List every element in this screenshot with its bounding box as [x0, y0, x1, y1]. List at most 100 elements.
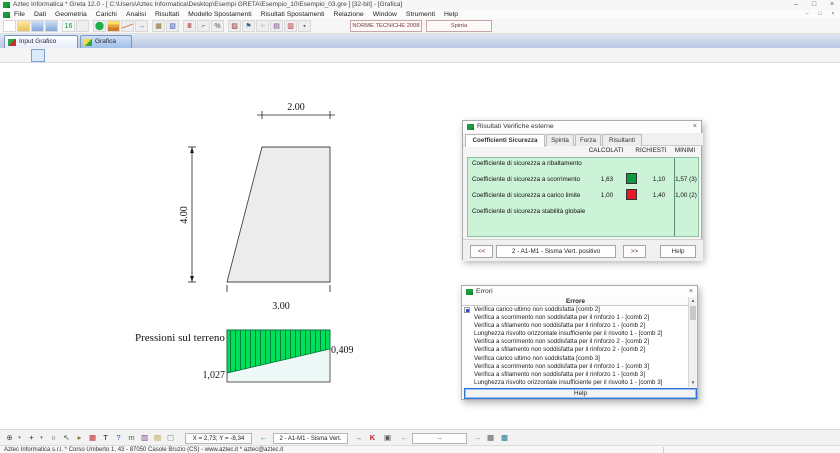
tab-grafica[interactable]: Grafica	[80, 35, 132, 48]
page-icon[interactable]: ▢	[164, 432, 177, 444]
minimize-button[interactable]: –	[788, 0, 804, 10]
pan-icon[interactable]: +	[25, 432, 38, 444]
view-report-icon[interactable]	[88, 50, 100, 61]
units-icon[interactable]: 16	[62, 20, 75, 32]
tab-input-grafico[interactable]: Input Grafico	[4, 35, 78, 48]
menu-file[interactable]: File	[14, 10, 25, 19]
error-row[interactable]: Lunghezza risvolto orizzontale insuffici…	[462, 330, 689, 338]
menu-window[interactable]: Window	[373, 10, 397, 19]
combination-display[interactable]: 2 - A1-M1 - Sisma Vert. positivo	[496, 245, 616, 258]
zoom-dropdown-icon[interactable]: ▾	[16, 432, 23, 444]
menu-risultati-spostamenti[interactable]: Risultati Spostamenti	[261, 10, 325, 19]
close-button[interactable]: ×	[824, 0, 840, 10]
errors-list[interactable]: Verifica carico ultimo non soddisfatta […	[462, 306, 689, 387]
zoom-icon[interactable]: ⊕	[3, 432, 16, 444]
view-thrust-icon[interactable]	[46, 50, 58, 61]
view-pressure-icon[interactable]	[32, 50, 44, 61]
report-icon[interactable]: ▥	[284, 20, 297, 32]
verify-external-icon[interactable]: ▨	[228, 20, 241, 32]
error-row[interactable]: Verifica carico ultimo non soddisfatta […	[462, 306, 689, 314]
error-row[interactable]: Verifica a sfilamento non soddisfatta pe…	[462, 346, 689, 354]
error-row[interactable]: Verifica a scorrimento non soddisfatta p…	[462, 314, 689, 322]
archive-icon[interactable]	[76, 20, 89, 32]
error-row[interactable]: Verifica a scorrimento non soddisfatta p…	[462, 363, 689, 371]
menu-relazione[interactable]: Relazione	[333, 10, 363, 19]
profile-icon[interactable]	[121, 20, 134, 32]
menu-strumenti[interactable]: Strumenti	[406, 10, 435, 19]
book-icon[interactable]: ▥	[138, 432, 151, 444]
pan-dropdown-icon[interactable]: ▾	[38, 432, 45, 444]
carico-status-red	[626, 189, 637, 200]
results-dialog-titlebar[interactable]: Risultati Verifiche esterne ×	[463, 121, 701, 133]
next-combination-icon[interactable]: →	[352, 432, 365, 444]
help-tool-icon[interactable]: ?	[112, 432, 125, 444]
chart-icon[interactable]: K	[366, 432, 379, 444]
analysis-icon[interactable]: ▦	[152, 20, 165, 32]
push-arrow-icon[interactable]: →	[135, 20, 148, 32]
page-next-icon[interactable]: →	[471, 432, 484, 444]
menu-help[interactable]: Help	[444, 10, 458, 19]
pointer-tool-icon[interactable]: ↖	[60, 432, 73, 444]
tab-spinta[interactable]: Spinta	[546, 134, 574, 146]
tab-forza[interactable]: Forza	[575, 134, 601, 146]
view-soil-icon[interactable]	[18, 50, 30, 61]
model-icon[interactable]: ▧	[166, 20, 179, 32]
tab-risultanti[interactable]: Risultanti	[602, 134, 642, 146]
new-file-icon[interactable]	[3, 20, 16, 32]
folder-icon[interactable]: ▤	[151, 432, 164, 444]
select-tool-icon[interactable]: ▸	[73, 432, 86, 444]
menu-carichi[interactable]: Carichi	[96, 10, 117, 19]
save-as-icon[interactable]	[45, 20, 58, 32]
scroll-thumb[interactable]	[690, 306, 696, 320]
window-list-icon[interactable]: ▣	[381, 432, 394, 444]
menu-geometria[interactable]: Geometria	[55, 10, 87, 19]
save-icon[interactable]	[31, 20, 44, 32]
combination-combo[interactable]: 2 - A1-M1 - Sisma Vert. positivo	[273, 433, 348, 444]
reinforcement-icon[interactable]: Ⅲ	[183, 20, 196, 32]
scroll-down-icon[interactable]: ▼	[689, 379, 697, 387]
norme-tecniche-button[interactable]: NORME TECNICHE 2008 - AP 2	[350, 20, 422, 32]
view-loads-icon[interactable]	[60, 50, 72, 61]
page-combo[interactable]: --	[412, 433, 467, 444]
open-file-icon[interactable]	[17, 20, 30, 32]
view-geometry-icon[interactable]	[4, 50, 16, 61]
spinta-button[interactable]: Spinta	[426, 20, 492, 32]
errors-scrollbar[interactable]: ▲ ▼	[688, 297, 696, 387]
mesh-icon[interactable]: ⁘	[256, 20, 269, 32]
page-prev-icon[interactable]: ←	[398, 432, 411, 444]
results-close-icon[interactable]: ×	[693, 121, 697, 133]
corner-icon[interactable]: ⌐	[197, 20, 210, 32]
prev-combination-icon[interactable]: ←	[257, 432, 270, 444]
print-icon[interactable]: ▦	[484, 432, 497, 444]
menu-dati[interactable]: Dati	[34, 10, 46, 19]
comb-tool-icon[interactable]: ▦	[86, 432, 99, 444]
menu-risultati[interactable]: Risultati	[155, 10, 179, 19]
results-help-button[interactable]: Help	[660, 245, 696, 258]
drawing-area[interactable]: 2.00 4.00 3.00 Pressioni sul terreno 1,0…	[0, 63, 840, 429]
percent-icon[interactable]: %	[211, 20, 224, 32]
text-tool-icon[interactable]: T	[99, 432, 112, 444]
stratigraphy-icon[interactable]	[107, 20, 120, 32]
verify-flag-icon[interactable]: ⚑	[242, 20, 255, 32]
scroll-up-icon[interactable]: ▲	[689, 297, 697, 305]
error-row[interactable]: Lunghezza risvolto orizzontale insuffici…	[462, 379, 689, 387]
error-row[interactable]: Verifica a scorrimento non soddisfatta p…	[462, 338, 689, 346]
snapshot-icon[interactable]: ▩	[498, 432, 511, 444]
options-icon[interactable]: ▤	[270, 20, 283, 32]
circle-tool-icon[interactable]: ○	[47, 432, 60, 444]
tab-coefficienti-sicurezza[interactable]: Coefficienti Sicurezza	[465, 134, 545, 147]
error-row[interactable]: Verifica a sfilamento non soddisfatta pe…	[462, 371, 689, 379]
prev-combination-button[interactable]: <<	[470, 245, 493, 258]
error-row[interactable]: Verifica carico ultimo non soddisfatta […	[462, 355, 689, 363]
measure-tool-icon[interactable]: m	[125, 432, 138, 444]
error-row[interactable]: Verifica a sfilamento non soddisfatta pe…	[462, 322, 689, 330]
soil-fill-icon[interactable]	[93, 20, 106, 32]
errors-help-button[interactable]: Help	[464, 388, 697, 399]
menu-modello-spostamenti[interactable]: Modello Spostamenti	[188, 10, 251, 19]
window-icon[interactable]: ▪	[298, 20, 311, 32]
menu-analisi[interactable]: Analisi	[126, 10, 146, 19]
view-stability-icon[interactable]	[74, 50, 86, 61]
next-combination-button[interactable]: >>	[623, 245, 646, 258]
mdi-child-controls[interactable]: –□×	[802, 11, 838, 17]
maximize-button[interactable]: □	[806, 0, 822, 10]
